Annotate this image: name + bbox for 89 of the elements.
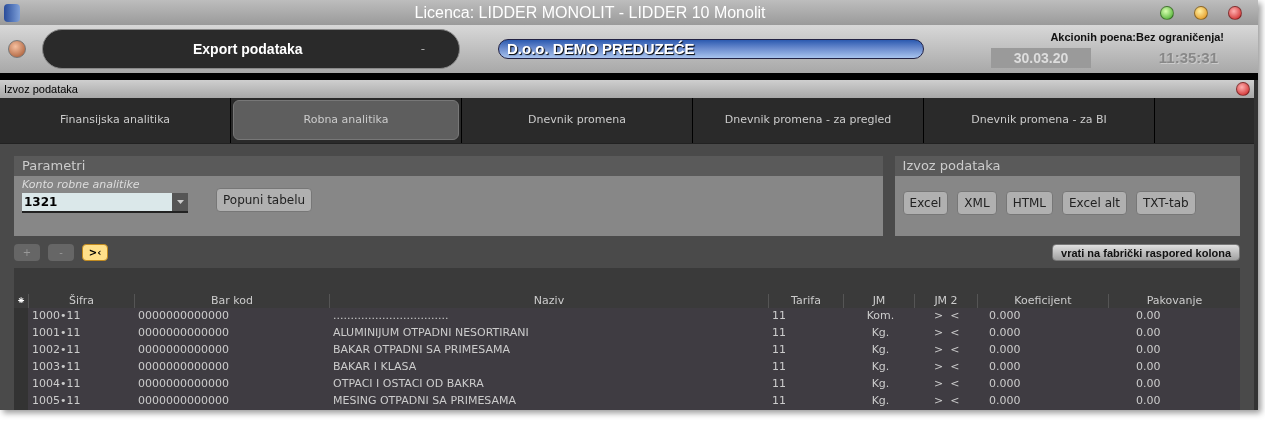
export-button[interactable]: Excel [902,191,949,215]
table-cell-text: 1005•11 [31,393,82,410]
table-cell-text: Kg. [870,376,891,393]
company-name: D.o.o. DEMO PREDUZEĆE [507,38,695,59]
table-cell-text: > < [933,393,961,410]
tab[interactable]: Robna analitika [233,100,459,141]
reset-columns-button[interactable]: vrati na fabrički raspored kolona [1052,244,1240,262]
table-cell-text: Kg. [870,325,891,342]
tab[interactable]: Finansijska analitika [0,98,230,143]
toolbar-button[interactable]: >‹ [82,244,108,262]
column-header[interactable]: Bar kod [134,294,329,308]
table-cell-text: BAKAR OTPADNI SA PRIMESAMA [332,342,511,359]
table-cell-text: 0.000 [988,376,1022,393]
table-cell-text: 11 [771,393,787,410]
close-button[interactable] [1228,5,1242,20]
account-dropdown[interactable]: 1321 [22,193,188,214]
tab[interactable]: Dnevnik promena [462,98,692,143]
table-cell-text: 1002•11 [31,342,82,359]
export-button[interactable]: TXT-tab [1136,191,1196,215]
table-cell-text: 11 [771,342,787,359]
table-cell-text: 1000•11 [31,308,82,325]
panel-title: Izvoz podataka [894,156,1240,176]
column-header[interactable]: Pakovanje [1108,294,1240,308]
table-cell-text: 0000000000000 [137,359,230,376]
table-cell-text: 0.00 [1135,376,1162,393]
close-button[interactable] [1236,82,1250,96]
table-cell-text: Kg. [870,393,891,410]
table-cell-text: 0.00 [1135,342,1162,359]
table-cell-text: 0000000000000 [137,325,230,342]
column-header[interactable]: Koeficijent [977,294,1108,308]
table-cell-text: 11 [771,359,787,376]
promo-notice: Akcionih poena:Bez ograničenja! [1050,29,1224,45]
module-title: Export podataka [191,39,304,59]
table-cell-text: 0000000000000 [137,308,230,325]
table-cell-text: 1003•11 [31,359,82,376]
panel-title: Parametri [14,156,883,176]
column-header[interactable]: JM 2 [914,294,977,308]
column-header[interactable]: Naziv [329,294,768,308]
export-button[interactable]: Excel alt [1062,191,1128,215]
fill-table-button[interactable]: Popuni tabelu [216,188,313,213]
table-cell-text: 0000000000000 [137,393,230,410]
table-cell-text: MESING OTPADNI SA PRIMESAMA [332,393,518,410]
new-row-marker: ⁕ [15,294,27,308]
table-cell-text: OTPACI I OSTACI OD BAKRA [332,376,485,393]
table-cell-text: Kom. [865,308,896,325]
table-cell-text: 11 [771,325,787,342]
table-cell-text: > < [933,376,961,393]
table-cell-text: > < [933,342,961,359]
field-label: Konto robne analitike [21,177,141,193]
module-hint: - [420,41,425,59]
table-cell-text: 0.00 [1135,308,1162,325]
table-cell-text: 1004•11 [31,376,82,393]
maximize-button[interactable] [1194,5,1208,20]
table-cell-text: 0.000 [988,359,1022,376]
column-header[interactable]: Tarifa [768,294,843,308]
table-cell-text: 11 [771,308,787,325]
row-header[interactable] [14,308,28,325]
minimize-button[interactable] [1160,5,1174,20]
table-cell-text: 0.00 [1135,393,1162,410]
table-cell-text: 0.000 [988,308,1022,325]
table-cell-text: > < [933,359,961,376]
table-cell-text: 0.000 [988,325,1022,342]
table-cell-text: > < [933,308,961,325]
date-display: 30.03.20 [991,48,1091,69]
window-title: Licenca: LIDDER MONOLIT - LIDDER 10 Monolit [413,2,767,23]
table-cell-text: > < [933,325,961,342]
export-button[interactable]: XML [957,191,997,215]
table-cell-text: 11 [771,376,787,393]
app-logo-icon [4,3,20,22]
table-cell-text: BAKAR I KLASA [332,359,418,376]
table-cell-text: 0000000000000 [137,376,230,393]
tab[interactable]: Dnevnik promena - za BI [924,98,1154,143]
table-cell-text: Kg. [870,359,891,376]
table-cell-text: 0000000000000 [137,342,230,359]
column-header[interactable]: JM [843,294,914,308]
table-cell-text: Kg. [870,342,891,359]
status-orb-icon [8,40,26,59]
subwindow-title: Izvoz podataka [4,81,79,97]
table-cell-text: ALUMINIJUM OTPADNI NESORTIRANI [332,325,530,342]
column-header[interactable]: Šifra [28,294,134,308]
table-cell-text: 0.00 [1135,325,1162,342]
table-cell-text: 0.000 [988,342,1022,359]
table-cell-text: 0.000 [988,393,1022,410]
table-cell-text: ................................. [332,308,450,325]
table-cell-text: 1001•11 [31,325,82,342]
table-cell-text: 0.00 [1135,359,1162,376]
export-button[interactable]: HTML [1005,191,1054,215]
caret-icon [176,200,184,205]
tab[interactable]: Dnevnik promena - za pregled [693,98,923,143]
